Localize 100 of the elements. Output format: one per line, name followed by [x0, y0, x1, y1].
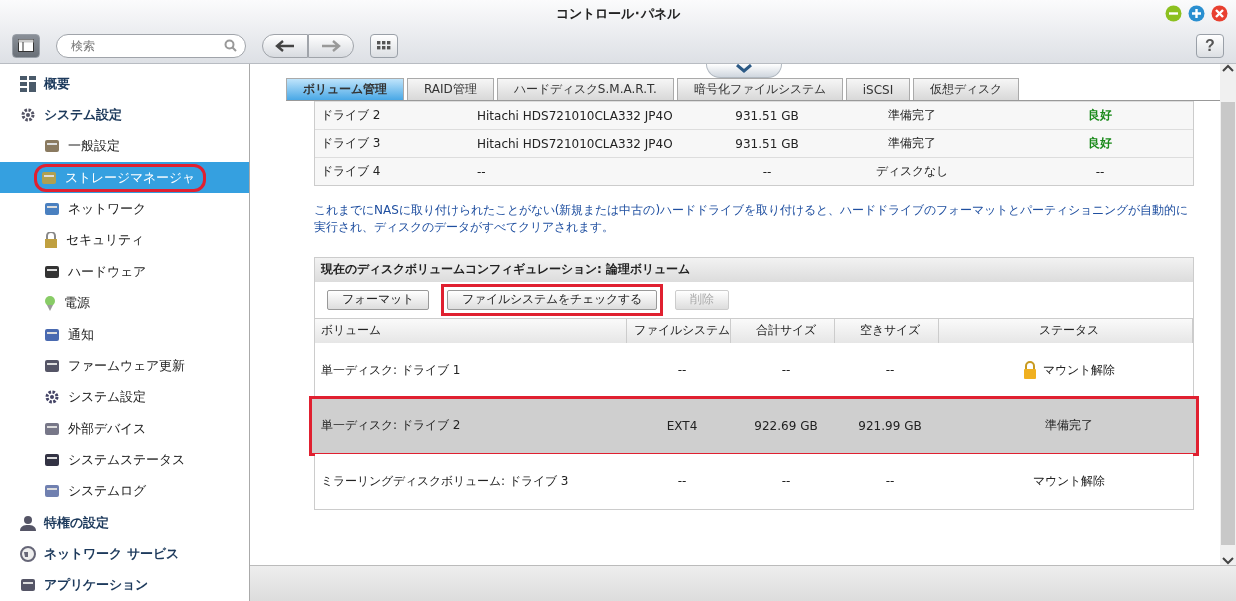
table-cell-text: 準備完了: [887, 107, 937, 124]
sidebar-label: システム設定: [44, 106, 122, 125]
table-cell-text: Hitachi HDS721010CLA332 JP4O: [477, 136, 674, 151]
sidebar-label: 外部デバイス: [68, 419, 146, 438]
window-title: コントロール･パネル: [556, 5, 680, 23]
close-icon[interactable]: [1211, 5, 1228, 22]
table-cell-text: --: [1094, 164, 1106, 179]
chevron-up-icon: [1222, 64, 1234, 72]
table-cell-text: ドライブ 3: [321, 135, 382, 152]
action-button[interactable]: フォーマット: [327, 289, 429, 310]
user-icon: [20, 514, 36, 531]
tab[interactable]: ボリューム管理: [286, 78, 404, 100]
bulb-icon: [44, 295, 56, 312]
help-button[interactable]: ?: [1196, 33, 1224, 58]
column-header: 空きサイズ: [835, 317, 939, 343]
chevron-down-icon: [1222, 557, 1234, 565]
chevron-down-icon: [735, 64, 753, 73]
sidebar-group[interactable]: アプリケーション: [0, 569, 249, 601]
padlock-icon: [44, 232, 58, 249]
sidebar-label: システム設定: [68, 388, 146, 407]
action-button[interactable]: ファイルシステムをチェックする: [447, 289, 657, 310]
table-cell-text: 良好: [1087, 135, 1113, 152]
gear-icon: [44, 389, 60, 406]
table-cell: マウント解除: [1043, 361, 1115, 379]
table-cell-text: Hitachi HDS721010CLA332 JP4O: [477, 108, 674, 123]
tab[interactable]: RAID管理: [407, 78, 494, 100]
collapse-tab[interactable]: [706, 64, 782, 78]
sidebar-label: アプリケーション: [44, 576, 148, 595]
sidebar-item[interactable]: ネットワーク: [0, 193, 249, 225]
table-cell-text: 921.99 GB: [857, 418, 923, 433]
table-cell-text: EXT4: [665, 418, 699, 433]
table-cell-text: ディスクなし: [875, 163, 949, 180]
sidebar-item[interactable]: ハードウェア: [0, 256, 249, 288]
table-cell-text: --: [761, 164, 773, 179]
back-button[interactable]: [262, 33, 308, 58]
gear-icon: [20, 107, 36, 124]
column-header: ステータス: [939, 317, 1193, 343]
sidebar-label: 通知: [68, 325, 94, 344]
panel-icon: [18, 39, 34, 52]
tab[interactable]: ハードディスクS.M.A.R.T.: [496, 78, 674, 100]
column-header: ファイルシステム: [627, 317, 731, 343]
sidebar-item[interactable]: 外部デバイス: [0, 412, 249, 445]
table-cell-text: --: [780, 474, 792, 489]
sidebar-group[interactable]: 概要: [0, 68, 249, 100]
table-cell-text: ドライブ 4: [321, 163, 382, 180]
table-cell-text: 単一ディスク: ドライブ 1: [320, 361, 462, 379]
tab[interactable]: 仮想ディスク: [913, 78, 1020, 100]
padlock-icon: [1023, 361, 1037, 380]
table-cell-text: --: [884, 363, 896, 378]
sidebar-item[interactable]: セキュリティ: [0, 224, 249, 257]
table-cell-text: 良好: [1087, 107, 1113, 124]
minimize-icon[interactable]: [1165, 5, 1182, 22]
table-cell-text: 931.51 GB: [734, 108, 800, 123]
volume-row[interactable]: 単一ディスク: ドライブ 2 EXT4 922.69 GB 921.99 GB 準備完了: [311, 397, 1197, 454]
arrow-right-icon: [321, 39, 341, 52]
tab[interactable]: 暗号化ファイルシステム: [676, 78, 843, 100]
sidebar-group[interactable]: システム設定: [0, 99, 249, 131]
sidebar-item[interactable]: システムログ: [0, 475, 249, 508]
sidebar-label: ネットワーク サービス: [44, 545, 179, 564]
table-cell-text: --: [780, 363, 792, 378]
search-field[interactable]: 検索: [56, 33, 246, 58]
search-icon: [224, 38, 237, 52]
maximize-icon[interactable]: [1188, 5, 1205, 22]
table-cell: 準備完了: [1045, 417, 1093, 435]
grid-icon: [20, 75, 36, 92]
sidebar-item[interactable]: システムステータス: [0, 444, 249, 476]
sidebar-item[interactable]: システム設定: [0, 381, 249, 413]
tab[interactable]: iSCSI: [845, 78, 911, 100]
sidebar-label: ストレージマネージャ: [65, 168, 195, 187]
sidebar-item[interactable]: 通知: [0, 318, 249, 351]
arrow-left-icon: [275, 39, 295, 52]
table-cell-text: 922.69 GB: [753, 418, 819, 433]
table-cell-text: ドライブ 2: [321, 107, 382, 124]
sidebar-toggle-button[interactable]: [12, 33, 40, 58]
table-cell-text: 931.51 GB: [734, 136, 800, 151]
sidebar-item[interactable]: 電源: [0, 287, 249, 319]
scrollbar[interactable]: [1220, 64, 1236, 565]
sidebar-label: ハードウェア: [68, 262, 146, 281]
sidebar-group[interactable]: 特権の設定: [0, 507, 249, 539]
table-cell-text: --: [676, 474, 688, 489]
sidebar-label: 電源: [64, 294, 90, 313]
sidebar-label: 一般設定: [68, 137, 120, 156]
sidebar-item[interactable]: 一般設定: [0, 130, 249, 163]
sidebar-group[interactable]: ネットワーク サービス: [0, 538, 249, 570]
sidebar-label: ネットワーク: [68, 200, 146, 219]
table-cell-text: --: [477, 164, 487, 179]
info-note: これまでにNASに取り付けられたことがない(新規または中古の)ハードドライブを取り付けると、ハードドライブのフォーマットとパーティショニングが自動的に実行され、ディスクのデータがすべてクリアされます。: [314, 202, 1190, 237]
panel-title: 現在のディスクボリュームコンフィギュレーション: 論理ボリューム: [315, 257, 1193, 282]
sidebar-item[interactable]: ファームウェア更新: [0, 350, 249, 382]
sidebar-label: 特権の設定: [44, 513, 109, 532]
sidebar-label: ファームウェア更新: [68, 356, 185, 375]
sidebar-label: セキュリティ: [66, 231, 144, 250]
dots-grid-icon: [377, 41, 391, 50]
sidebar-label: 概要: [44, 74, 70, 93]
column-header: 合計サイズ: [731, 317, 835, 343]
table-cell-text: --: [884, 474, 896, 489]
apps-button[interactable]: [370, 33, 398, 58]
table-cell-text: --: [676, 363, 688, 378]
table-cell: マウント解除: [1033, 472, 1105, 490]
sidebar-label: システムステータス: [68, 451, 185, 469]
